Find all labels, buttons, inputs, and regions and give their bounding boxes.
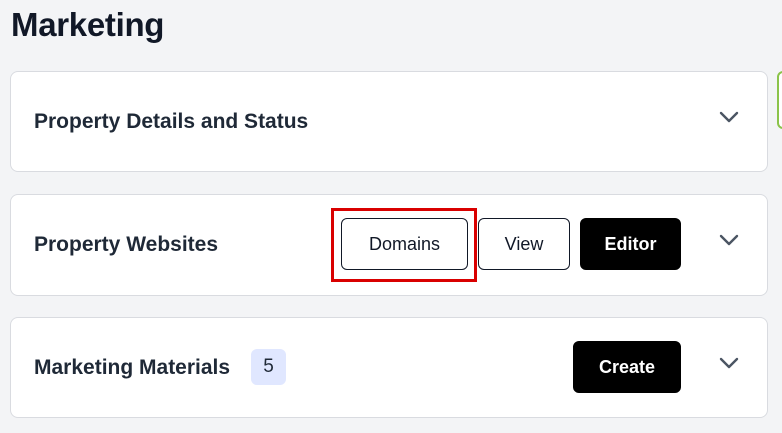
chevron-down-icon[interactable]: [719, 110, 739, 124]
section-marketing-materials[interactable]: Marketing Materials 5 Create: [10, 317, 768, 418]
domains-button[interactable]: Domains: [341, 218, 468, 270]
section-property-details[interactable]: Property Details and Status: [10, 71, 768, 172]
chevron-down-icon[interactable]: [719, 233, 739, 247]
section-title-marketing-materials: Marketing Materials: [34, 356, 231, 379]
section-title-property-details: Property Details and Status: [34, 110, 309, 133]
view-button[interactable]: View: [478, 218, 570, 270]
create-button[interactable]: Create: [573, 341, 681, 393]
section-title-property-websites: Property Websites: [34, 233, 219, 256]
page-title: Marketing: [11, 6, 165, 43]
side-panel-tab[interactable]: [777, 71, 782, 129]
chevron-down-icon[interactable]: [719, 356, 739, 370]
count-badge: 5: [251, 349, 286, 385]
editor-button[interactable]: Editor: [580, 218, 681, 270]
section-property-websites[interactable]: Property Websites Domains View Editor: [10, 194, 768, 296]
